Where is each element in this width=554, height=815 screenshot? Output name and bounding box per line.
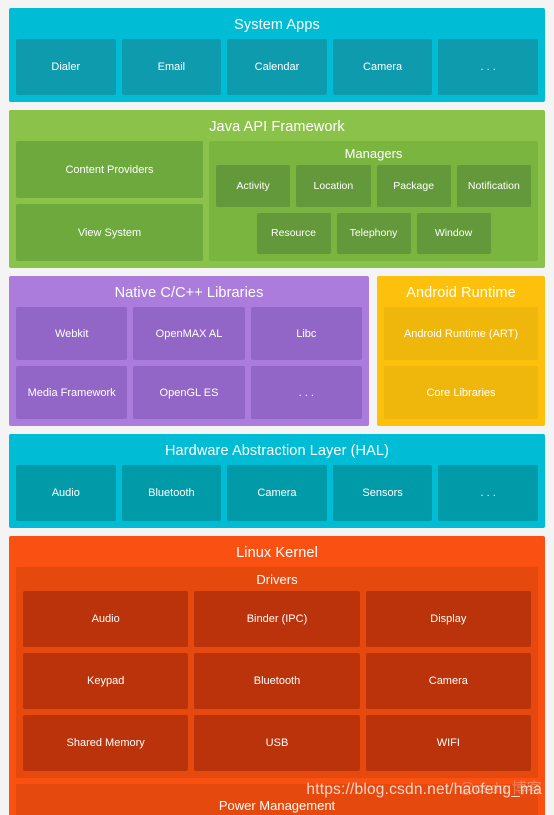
tile-resource-manager[interactable]: Resource [256, 212, 331, 254]
tile-driver-display[interactable]: Display [365, 591, 531, 647]
tile-notification-manager[interactable]: Notification [456, 165, 531, 207]
layer-native-libraries: Native C/C++ Libraries Webkit OpenMAX AL… [9, 276, 369, 426]
managers-panel: Managers Activity Location Package Notif… [209, 141, 538, 261]
tile-driver-audio[interactable]: Audio [23, 591, 189, 647]
tile-opengl-es[interactable]: OpenGL ES [133, 366, 245, 419]
tile-activity-manager[interactable]: Activity [216, 165, 291, 207]
tile-driver-binder-ipc[interactable]: Binder (IPC) [194, 591, 360, 647]
layer-title-android-runtime: Android Runtime [406, 285, 516, 301]
hal-row: Audio Bluetooth Camera Sensors . . . [16, 465, 538, 521]
tile-android-runtime-art[interactable]: Android Runtime (ART) [384, 307, 538, 360]
layer-hardware-abstraction-layer: Hardware Abstraction Layer (HAL) Audio B… [9, 434, 545, 528]
tile-content-providers[interactable]: Content Providers [16, 141, 203, 198]
layer-title-system-apps: System Apps [234, 17, 320, 33]
layer-title-linux-kernel: Linux Kernel [236, 545, 318, 561]
tile-media-framework[interactable]: Media Framework [16, 366, 128, 419]
tile-view-system[interactable]: View System [16, 204, 203, 261]
android-architecture-diagram: System Apps Dialer Email Calendar Camera… [0, 0, 554, 815]
layer-title-java-api-framework: Java API Framework [209, 119, 345, 135]
tile-core-libraries[interactable]: Core Libraries [384, 366, 538, 419]
tile-webkit[interactable]: Webkit [16, 307, 128, 360]
android-runtime-body: Android Runtime (ART) Core Libraries [384, 307, 538, 419]
java-api-left-column: Content Providers View System [16, 141, 203, 261]
tile-telephony-manager[interactable]: Telephony [336, 212, 411, 254]
tile-hal-more[interactable]: . . . [438, 465, 538, 521]
tile-window-manager[interactable]: Window [416, 212, 491, 254]
layer-system-apps: System Apps Dialer Email Calendar Camera… [9, 8, 545, 102]
tile-camera[interactable]: Camera [332, 39, 433, 95]
tile-calendar[interactable]: Calendar [227, 39, 327, 95]
layer-title-native-libraries: Native C/C++ Libraries [114, 285, 264, 301]
drivers-panel: Drivers Audio Binder (IPC) Display Keypa… [16, 567, 538, 778]
tile-libc[interactable]: Libc [250, 307, 362, 360]
layer-java-api-framework: Java API Framework Content Providers Vie… [9, 110, 545, 268]
layer-android-runtime: Android Runtime Android Runtime (ART) Co… [377, 276, 545, 426]
system-apps-row: Dialer Email Calendar Camera . . . [16, 39, 538, 95]
tile-dialer[interactable]: Dialer [16, 39, 116, 95]
tile-driver-keypad[interactable]: Keypad [23, 653, 189, 709]
tile-more-apps[interactable]: . . . [438, 39, 538, 95]
tile-package-manager[interactable]: Package [376, 165, 451, 207]
drivers-row-2: Keypad Bluetooth Camera [23, 653, 531, 709]
tile-driver-bluetooth[interactable]: Bluetooth [194, 653, 360, 709]
managers-title: Managers [344, 146, 403, 161]
java-api-body: Content Providers View System Managers A… [16, 141, 538, 261]
tile-more-native-libraries[interactable]: . . . [250, 366, 362, 419]
managers-row-1: Activity Location Package Notification [216, 165, 531, 207]
tile-email[interactable]: Email [121, 39, 222, 95]
managers-row-2: Resource Telephony Window [216, 212, 531, 254]
drivers-row-1: Audio Binder (IPC) Display [23, 591, 531, 647]
native-libraries-row-1: Webkit OpenMAX AL Libc [16, 307, 362, 360]
tile-openmax-al[interactable]: OpenMAX AL [133, 307, 245, 360]
tile-hal-audio[interactable]: Audio [16, 465, 116, 521]
tile-hal-bluetooth[interactable]: Bluetooth [121, 465, 222, 521]
tile-driver-shared-memory[interactable]: Shared Memory [23, 715, 189, 771]
native-and-runtime-band: Native C/C++ Libraries Webkit OpenMAX AL… [9, 276, 545, 426]
tile-power-management[interactable]: Power Management [16, 784, 538, 815]
native-libraries-row-2: Media Framework OpenGL ES . . . [16, 366, 362, 419]
drivers-row-3: Shared Memory USB WIFI [23, 715, 531, 771]
layer-linux-kernel: Linux Kernel Drivers Audio Binder (IPC) … [9, 536, 545, 815]
drivers-title: Drivers [256, 572, 298, 587]
tile-location-manager[interactable]: Location [296, 165, 371, 207]
layer-title-hal: Hardware Abstraction Layer (HAL) [164, 443, 389, 459]
tile-driver-camera[interactable]: Camera [365, 653, 531, 709]
tile-hal-camera[interactable]: Camera [227, 465, 327, 521]
tile-hal-sensors[interactable]: Sensors [332, 465, 433, 521]
tile-driver-usb[interactable]: USB [194, 715, 360, 771]
tile-driver-wifi[interactable]: WIFI [365, 715, 531, 771]
